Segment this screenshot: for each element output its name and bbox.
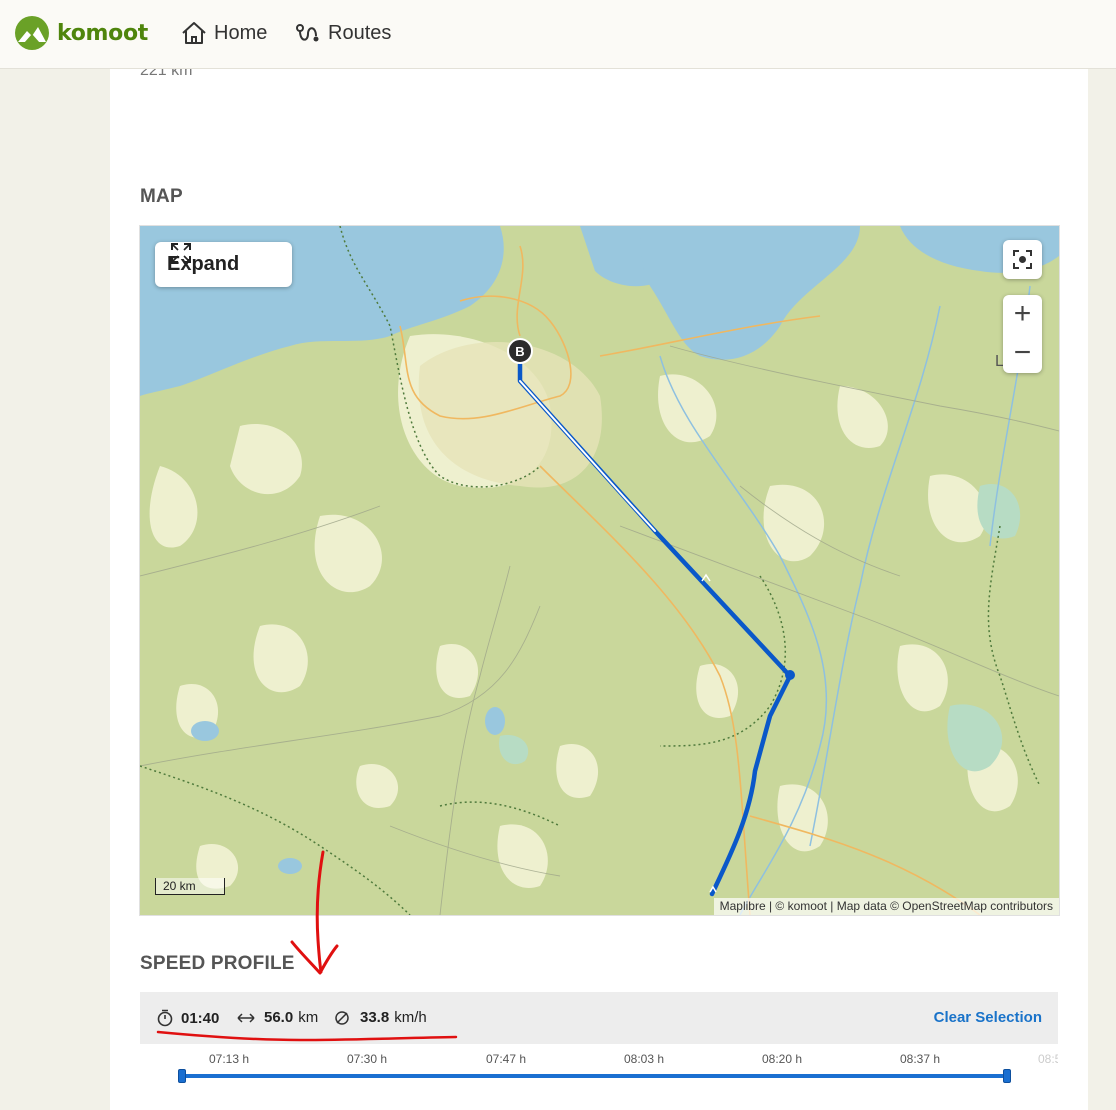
- nav-routes[interactable]: Routes: [294, 20, 391, 46]
- zoom-out-button[interactable]: −: [1003, 334, 1042, 372]
- route-end-marker-label: B: [515, 344, 524, 359]
- map-section-title: MAP: [140, 186, 183, 207]
- selection-start-handle[interactable]: [178, 1069, 186, 1083]
- top-navigation-bar: komoot Home Routes: [0, 0, 1116, 69]
- komoot-logo[interactable]: komoot: [14, 15, 148, 51]
- nav-routes-label: Routes: [328, 21, 392, 44]
- clear-selection-button[interactable]: Clear Selection: [934, 1009, 1042, 1026]
- speed-value: 33.8: [360, 1009, 390, 1026]
- home-icon: [182, 22, 206, 44]
- time-tick: 08:37 h: [900, 1052, 941, 1066]
- nav-home-label: Home: [214, 21, 268, 44]
- map-canvas[interactable]: B L N: [140, 226, 1059, 915]
- speed-profile-stats: 01:40 56.0 km 33.8 km/h Clear Selection: [140, 992, 1058, 1044]
- distance-stat: 56.0 km: [236, 1009, 318, 1026]
- stopwatch-icon: [157, 1009, 173, 1027]
- time-tick: 08:20 h: [762, 1052, 803, 1066]
- route-end-marker: B: [507, 338, 533, 364]
- duration-stat: 01:40: [156, 1009, 224, 1027]
- zoom-in-button[interactable]: +: [1003, 295, 1042, 333]
- speed-profile-title: SPEED PROFILE: [140, 953, 295, 974]
- time-tick: 07:47 h: [486, 1052, 527, 1066]
- selection-range-track: [181, 1074, 1007, 1078]
- expand-icon: [171, 243, 191, 263]
- distance-unit: km: [298, 1009, 319, 1026]
- route-map[interactable]: B L N Expand + − 20 km Maplibre | © komo…: [139, 225, 1060, 916]
- recenter-map-button[interactable]: [1003, 240, 1042, 279]
- nav-home[interactable]: Home: [180, 20, 267, 46]
- komoot-logo-icon: [15, 16, 49, 50]
- speed-profile-timeline[interactable]: 07:13 h 07:30 h 07:47 h 08:03 h 08:20 h …: [140, 1044, 1058, 1110]
- map-scale-bar: 20 km: [155, 878, 225, 895]
- duration-value: 01:40: [181, 1009, 220, 1027]
- distance-value: 56.0: [264, 1009, 294, 1026]
- map-attribution[interactable]: Maplibre | © komoot | Map data © OpenStr…: [713, 898, 1059, 915]
- content-card: 221 km MAP B L Expand + − 20 km Maplibre…: [110, 62, 1088, 1110]
- expand-map-button[interactable]: Expand: [155, 242, 292, 287]
- brand-name: komoot: [57, 20, 149, 46]
- zoom-controls: + −: [1003, 295, 1042, 373]
- selection-end-handle[interactable]: [1003, 1069, 1011, 1083]
- time-tick: 08:5: [1038, 1052, 1058, 1066]
- time-tick: 07:13 h: [209, 1052, 250, 1066]
- average-speed-icon: [335, 1010, 349, 1025]
- speed-stat: 33.8 km/h: [334, 1009, 427, 1026]
- distance-icon: [237, 1012, 255, 1023]
- time-tick: 08:03 h: [624, 1052, 665, 1066]
- route-icon: [296, 24, 319, 42]
- time-tick: 07:30 h: [347, 1052, 388, 1066]
- locate-icon: [1013, 250, 1032, 269]
- speed-unit: km/h: [394, 1009, 427, 1026]
